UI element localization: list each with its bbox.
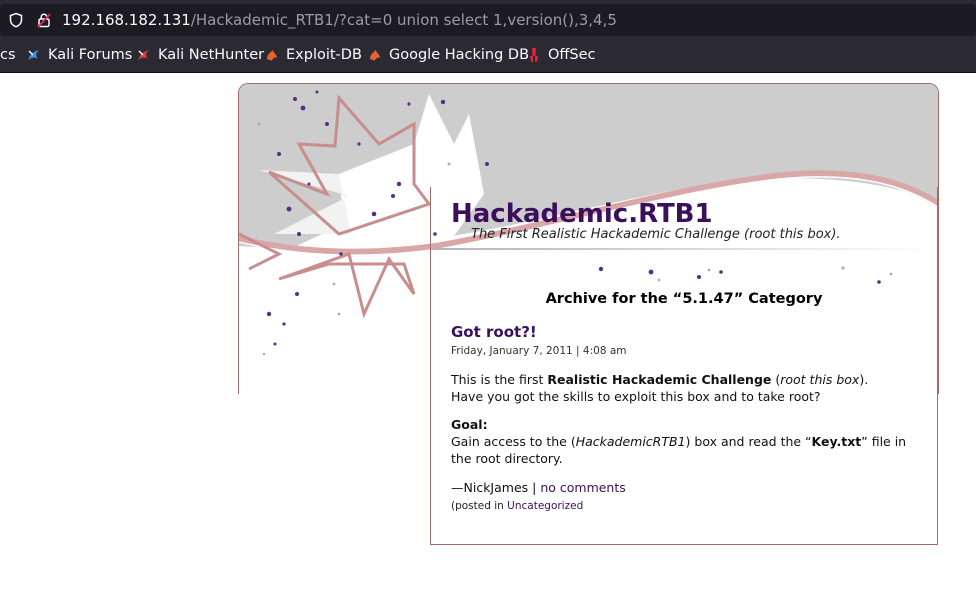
intro-line2: Have you got the skills to exploit this … <box>451 389 821 404</box>
bookmark-label: Kali NetHunter <box>158 47 265 63</box>
goal-text: Gain access to the (HackademicRTB1) box … <box>451 433 921 467</box>
goal-text-b: ) box and read the “ <box>685 434 812 449</box>
url-text[interactable]: 192.168.182.131/Hackademic_RTB1/?cat=0 u… <box>62 11 617 29</box>
bookmark-item-kali-forums[interactable]: Kali Forums <box>26 47 132 63</box>
posted-in: (posted in Uncategorized <box>451 500 583 512</box>
bookmark-item-exploit-db[interactable]: Exploit-DB <box>264 47 362 63</box>
url-path: /Hackademic_RTB1/?cat=0 union select 1,v… <box>190 11 617 29</box>
author: —NickJames | <box>451 480 541 495</box>
exploit-db-icon <box>267 50 277 61</box>
bookmark-label: Exploit-DB <box>286 47 362 63</box>
post-date: Friday, January 7, 2011 | 4:08 am <box>451 345 627 357</box>
goal-text-a: Gain access to the ( <box>451 434 576 449</box>
bookmark-label: Google Hacking DB <box>389 47 530 63</box>
web-page: Hackademic.RTB1 The First Realistic Hack… <box>0 73 976 616</box>
content-box: Hackademic.RTB1 The First Realistic Hack… <box>430 187 938 545</box>
goal-italic: HackademicRTB1 <box>575 434 686 449</box>
post-intro: This is the first Realistic Hackademic C… <box>451 371 921 405</box>
post-signature: —NickJames | no comments <box>451 479 921 496</box>
bookmarks-toolbar: cs Kali Forums Kali NetHunter Exploit-DB… <box>0 40 976 73</box>
content-inner: Hackademic.RTB1 The First Realistic Hack… <box>431 187 937 544</box>
bookmark-item-google-hacking-db[interactable]: Google Hacking DB <box>367 47 529 63</box>
intro-italic: root this box <box>780 372 860 387</box>
bookmark-item-cs[interactable]: cs <box>0 47 16 63</box>
intro-text-a: This is the first <box>451 372 548 387</box>
bookmark-label: cs <box>0 47 16 63</box>
address-bar[interactable]: 192.168.182.131/Hackademic_RTB1/?cat=0 u… <box>0 4 976 36</box>
intro-text-b: ( <box>771 372 781 387</box>
archive-suffix: ” Category <box>733 291 823 307</box>
bookmark-label: Kali Forums <box>48 47 133 63</box>
ghdb-icon <box>370 50 380 61</box>
comments-link[interactable]: no comments <box>540 480 625 495</box>
goal-bold: Key.txt <box>811 434 862 449</box>
site-title[interactable]: Hackademic.RTB1 <box>451 199 713 229</box>
url-host: 192.168.182.131 <box>62 11 191 29</box>
category-link[interactable]: Uncategorized <box>507 500 583 512</box>
kali-nethunter-icon <box>138 50 149 60</box>
kali-dragon-icon <box>28 50 39 60</box>
intro-text-c: ). <box>859 372 869 387</box>
intro-bold: Realistic Hackademic Challenge <box>547 372 772 387</box>
offsec-icon <box>530 48 538 62</box>
shield-icon[interactable] <box>8 12 24 28</box>
bookmark-item-offsec[interactable]: OffSec <box>526 47 596 63</box>
archive-heading: Archive for the “5.1.47” Category <box>431 291 937 307</box>
post-title-link[interactable]: Got root?! <box>451 323 537 341</box>
site-description: The First Realistic Hackademic Challenge… <box>471 227 841 242</box>
bookmark-item-kali-nethunter[interactable]: Kali NetHunter <box>136 47 264 63</box>
posted-in-label: (posted in <box>451 500 508 512</box>
browser-toolbar: 192.168.182.131/Hackademic_RTB1/?cat=0 u… <box>0 0 976 40</box>
archive-category: 5.1.47 <box>682 291 734 307</box>
header-divider <box>431 248 937 250</box>
goal-label: Goal: <box>451 416 921 433</box>
insecure-lock-icon[interactable] <box>36 12 52 28</box>
archive-prefix: Archive for the “ <box>545 291 683 307</box>
goal-label-text: Goal: <box>451 417 488 432</box>
bookmark-label: OffSec <box>548 47 596 63</box>
